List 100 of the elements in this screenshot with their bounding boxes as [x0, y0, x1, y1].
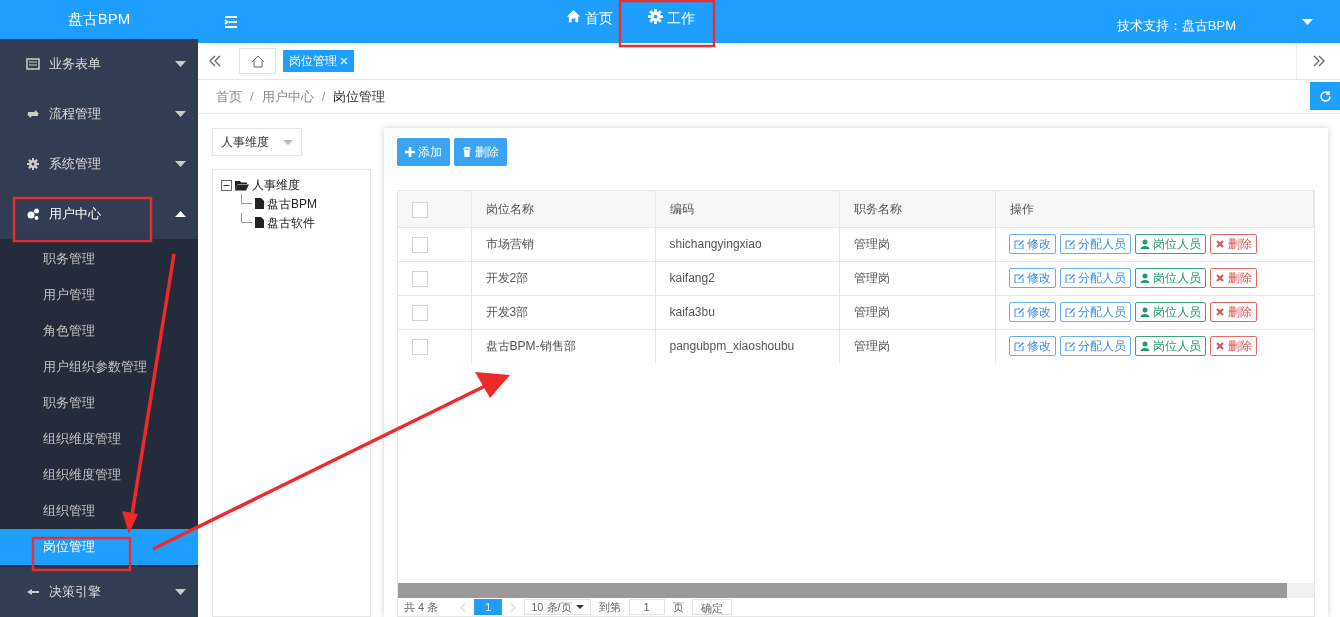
total-count: 共 4 条 [404, 599, 439, 615]
edit-button[interactable]: 修改 [1008, 268, 1056, 288]
assign-button[interactable]: 分配人员 [1059, 336, 1131, 357]
caret-down-icon [575, 605, 584, 609]
checkbox[interactable] [412, 270, 428, 287]
collapse-icon[interactable] [221, 179, 232, 191]
checkbox[interactable] [412, 201, 428, 218]
edit-icon [1013, 341, 1024, 352]
caret-down-icon [175, 61, 186, 67]
column-header: 操作 [1009, 201, 1034, 216]
tree-connector-icon [241, 194, 252, 204]
submenu-item[interactable]: 组织维度管理 [0, 421, 198, 457]
breadcrumb-link[interactable]: 用户中心 [261, 86, 314, 107]
delete-row-button[interactable]: 删除 [1209, 234, 1257, 254]
close-icon [1214, 307, 1225, 317]
refresh-button[interactable] [1310, 82, 1340, 110]
tree-node[interactable]: 人事维度 [252, 176, 300, 194]
user-icon [1139, 341, 1150, 352]
edit-button[interactable]: 修改 [1008, 234, 1056, 254]
submenu-item[interactable]: 角色管理 [0, 313, 198, 349]
edit-button[interactable]: 修改 [1008, 302, 1056, 322]
sidebar-item[interactable]: 决策引擎 [0, 567, 198, 617]
page-size-select[interactable]: 10 条/页 [524, 599, 591, 615]
page-number[interactable]: 1 [474, 599, 503, 615]
table-cell: 管理岗 [853, 271, 890, 285]
caret-down-icon [175, 589, 186, 595]
nav-link[interactable]: 首页 [566, 0, 620, 43]
table-cell: 盘古BPM-销售部 [485, 339, 576, 354]
table-cell: kaifa3bu [669, 305, 715, 319]
assign-button[interactable]: 分配人员 [1059, 268, 1131, 288]
table-cell: kaifang2 [669, 271, 715, 285]
submenu-item[interactable]: 职务管理 [0, 241, 198, 277]
submenu-item[interactable]: 组织管理 [0, 493, 198, 529]
edit-icon [1064, 341, 1075, 352]
delete-button[interactable]: 删除 [454, 138, 507, 166]
caret-down-icon [175, 161, 186, 167]
assign-button[interactable]: 分配人员 [1059, 234, 1131, 254]
sidebar-item[interactable]: 流程管理 [0, 89, 198, 139]
delete-row-button[interactable]: 删除 [1209, 268, 1257, 288]
scroll-left-icon[interactable] [208, 54, 222, 68]
tree-node[interactable]: 盘古BPM [267, 194, 317, 213]
caret-down-icon[interactable] [1302, 19, 1313, 25]
add-button[interactable]: 添加 [397, 138, 450, 166]
previous-page-icon[interactable] [460, 602, 467, 612]
home-icon [250, 54, 265, 68]
checkbox[interactable] [412, 339, 428, 356]
sidebar-item[interactable]: 系统管理 [0, 139, 198, 189]
close-icon[interactable] [340, 57, 348, 65]
edit-icon [1013, 273, 1024, 283]
refresh-icon [1318, 89, 1332, 103]
members-button[interactable]: 岗位人员 [1134, 268, 1206, 288]
checkbox[interactable] [412, 304, 428, 321]
edit-button[interactable]: 修改 [1008, 336, 1056, 357]
nav-link[interactable]: 工作 [620, 0, 714, 43]
tree-node[interactable]: 盘古软件 [267, 213, 315, 232]
goto-label: 到第 [598, 599, 621, 615]
breadcrumb-separator: / [250, 87, 254, 106]
delete-row-button[interactable]: 删除 [1209, 336, 1257, 357]
edit-icon [1013, 239, 1024, 249]
breadcrumb-separator: / [321, 87, 326, 106]
members-button[interactable]: 岗位人员 [1134, 336, 1206, 357]
submenu-item[interactable]: 用户管理 [0, 277, 198, 313]
user-icon [1139, 239, 1150, 249]
close-icon [1214, 273, 1225, 283]
checkbox[interactable] [412, 236, 428, 253]
submenu-item[interactable]: 用户组织参数管理 [0, 349, 198, 385]
sidebar-item[interactable]: 用户中心 [0, 189, 198, 239]
home-tab[interactable] [239, 48, 276, 74]
delete-row-button[interactable]: 删除 [1209, 302, 1257, 322]
table-cell: 市场营销 [485, 237, 534, 251]
support-text: 技术支持：盘古BPM [1116, 17, 1236, 35]
menu-toggle-icon[interactable] [224, 14, 238, 29]
logo-text: 盘古BPM [67, 9, 131, 30]
edit-icon [1064, 239, 1075, 249]
edit-icon [1013, 307, 1024, 317]
page-input[interactable]: 1 [628, 599, 665, 615]
edit-icon [1064, 307, 1075, 317]
breadcrumb-link[interactable]: 首页 [216, 86, 242, 107]
home-icon [566, 9, 581, 24]
caret-down-icon [175, 111, 186, 117]
submenu-item[interactable]: 岗位管理 [0, 529, 198, 565]
submenu-item[interactable]: 组织维度管理 [0, 457, 198, 493]
sidebar-item[interactable]: 业务表单 [0, 39, 198, 89]
assign-button[interactable]: 分配人员 [1059, 302, 1131, 322]
caret-up-icon [175, 211, 186, 217]
next-page-icon[interactable] [510, 602, 517, 612]
close-icon [1214, 341, 1225, 352]
confirm-button[interactable]: 确定 [691, 599, 732, 615]
table-cell: shichangyingxiao [669, 237, 762, 251]
breadcrumb-current: 岗位管理 [333, 87, 386, 106]
page-tab[interactable]: 岗位管理 [283, 50, 354, 72]
dimension-select[interactable]: 人事维度 [212, 128, 302, 156]
gear-icon [648, 9, 663, 24]
horizontal-scrollbar[interactable] [398, 583, 1314, 598]
submenu-item[interactable]: 职务管理 [0, 385, 198, 421]
user-icon [1139, 273, 1150, 283]
members-button[interactable]: 岗位人员 [1134, 234, 1206, 254]
close-icon [1214, 239, 1225, 249]
file-icon [255, 217, 264, 228]
members-button[interactable]: 岗位人员 [1134, 302, 1206, 322]
